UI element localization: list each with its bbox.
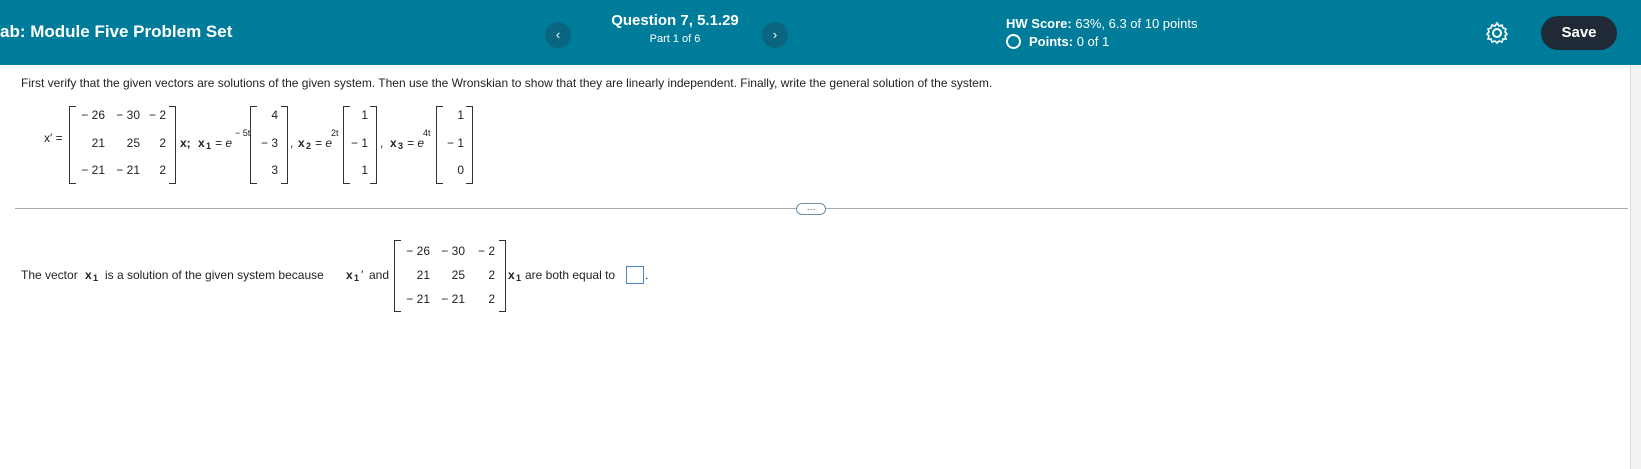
answer-text-middle: is a solution of the given system becaus… (105, 268, 324, 282)
hw-score-value: 63%, 6.3 of 10 points (1075, 16, 1198, 31)
question-part: Part 1 of 6 (649, 33, 701, 45)
answer-matrix-cell: 2 (488, 268, 495, 282)
save-button[interactable]: Save (1541, 16, 1617, 50)
x1-equals-e: = e (215, 136, 233, 150)
answer-x1-after-subscript: 1 (516, 273, 522, 283)
matrix-right-bracket (169, 106, 176, 184)
answer-x1prime-label: x (346, 268, 353, 282)
scrollbar[interactable] (1630, 65, 1641, 469)
x1-label: x (198, 136, 205, 150)
hw-score-label: HW Score: (1006, 16, 1072, 31)
comma: , (290, 136, 294, 150)
x1-subscript: 1 (206, 141, 212, 151)
x1-right-bracket (281, 106, 288, 184)
answer-and: and (369, 268, 390, 282)
score-panel: HW Score: 63%, 6.3 of 10 points Points: … (1006, 16, 1198, 49)
question-info: Question 7, 5.1.29 Part 1 of 6 (605, 12, 745, 45)
answer-matrix-cell: − 26 (406, 244, 430, 258)
answer-matrix-cell: 2 (488, 292, 495, 306)
problem-instructions: First verify that the given vectors are … (21, 76, 993, 90)
x3-label: x (390, 136, 397, 150)
x3-equals-e: = e (407, 136, 425, 150)
x3-subscript: 3 (398, 141, 404, 151)
answer-matrix-cell: − 21 (441, 292, 465, 306)
x3-right-bracket (466, 106, 473, 184)
x2-exponent: 2t (331, 128, 339, 138)
answer-text-before: The vector (21, 268, 78, 282)
answer-matrix-cell: − 30 (441, 244, 465, 258)
answer-matrix-right-bracket (499, 240, 506, 312)
x2-cell: − 1 (350, 136, 368, 150)
x1-cell: − 3 (260, 136, 278, 150)
prime-mark: ′ (361, 268, 364, 282)
previous-question-button[interactable]: ‹ (545, 22, 571, 48)
answer-matrix-cell: − 2 (477, 244, 495, 258)
matrix-cell: − 30 (116, 108, 140, 122)
x2-cell: 1 (361, 108, 368, 122)
matrix-cell: 2 (159, 163, 166, 177)
answer-input[interactable] (626, 266, 644, 284)
x3-cell: 1 (457, 108, 464, 122)
matrix-cell: − 26 (81, 108, 105, 122)
answer-x1-label: x (85, 268, 92, 282)
answer-x1-after-matrix: x (508, 268, 515, 282)
answer-x1-subscript: 1 (93, 273, 99, 283)
gear-icon[interactable] (1484, 20, 1510, 46)
x2-equals-e: = e (315, 136, 333, 150)
matrix-cell: − 21 (81, 163, 105, 177)
x3-cell: 0 (457, 163, 464, 177)
points-label: Points: (1029, 34, 1074, 49)
x2-subscript: 2 (306, 141, 312, 151)
x1-exponent: − 5t (235, 128, 251, 138)
matrix-cell: − 2 (148, 108, 166, 122)
x1-cell: 3 (271, 163, 278, 177)
points-value: 0 of 1 (1076, 34, 1110, 49)
matrix-cell: 21 (91, 136, 105, 150)
answer-matrix-cell: 21 (416, 268, 430, 282)
answer-matrix-cell: 25 (451, 268, 465, 282)
next-question-button[interactable]: › (762, 22, 788, 48)
x2-label: x (298, 136, 305, 150)
xprime-label: x′ = (44, 131, 63, 145)
x1-cell: 4 (271, 108, 278, 122)
top-bar: ab: Module Five Problem Set ‹ Question 7… (0, 0, 1641, 65)
x2-cell: 1 (361, 163, 368, 177)
question-title: Question 7, 5.1.29 (611, 12, 739, 29)
x3-exponent: 4t (423, 128, 431, 138)
matrix-cell: 2 (159, 136, 166, 150)
points-circle-icon (1006, 34, 1021, 49)
more-options-button[interactable]: … (796, 203, 826, 215)
x3-cell: − 1 (446, 136, 464, 150)
answer-text-after: are both equal to (525, 268, 616, 282)
answer-x1prime-subscript: 1 (354, 273, 360, 283)
matrix-cell: 25 (126, 136, 140, 150)
x2-right-bracket (370, 106, 377, 184)
comma: , (380, 136, 384, 150)
answer-period: . (645, 268, 649, 282)
assignment-title: ab: Module Five Problem Set (0, 22, 233, 41)
x-variable: x; (180, 136, 191, 150)
matrix-cell: − 21 (116, 163, 140, 177)
answer-matrix-cell: − 21 (406, 292, 430, 306)
